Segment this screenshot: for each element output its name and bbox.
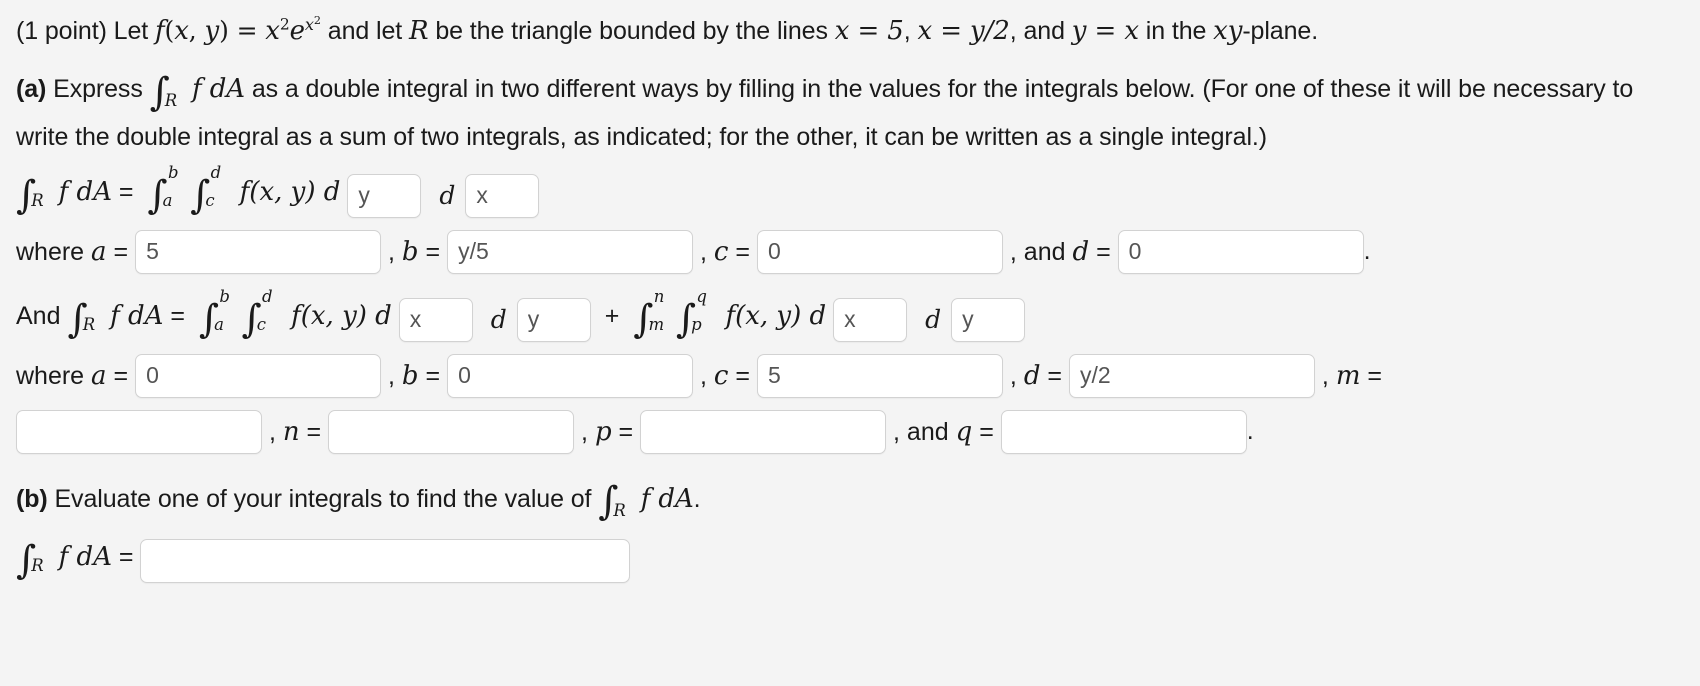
eq1-dvar2-input[interactable] — [465, 173, 540, 218]
eq2-b-label: , b = — [381, 360, 448, 391]
part-b-integral-icon: ∫ R — [598, 479, 626, 525]
eq2-term1-outer-integral-icon: ∫ b a — [198, 287, 230, 342]
intro-post: be the triangle bounded by the lines — [435, 17, 828, 45]
part-b-text: (b) Evaluate one of your integrals to fi… — [16, 478, 1684, 527]
eq2-m-input[interactable] — [16, 409, 262, 454]
equation-2-where-row-2: , n = , p = , and q = . — [16, 409, 1684, 454]
eq2-term1-inner-integral-icon: ∫ d c — [241, 287, 273, 342]
eq2-term2-d-symbol: d — [925, 305, 942, 335]
part-a-text-2: as a double integral in two different wa… — [16, 75, 1634, 152]
part-a-integrand: f dA — [192, 74, 245, 105]
eq2-term2-outer-integral-icon: ∫ n m — [633, 287, 665, 342]
plane-text: in the xy-plane. — [1145, 16, 1319, 46]
func-exp-x2: x2 — [304, 13, 321, 34]
problem-statement: (1 point) Let f(x, y) = x2ex2 and let R … — [16, 10, 1684, 52]
eq2-term1-dvar2-input[interactable] — [516, 297, 591, 342]
problem-page: (1 point) Let f(x, y) = x2ex2 and let R … — [0, 0, 1700, 686]
boundary-line-3: y = x — [1071, 16, 1139, 46]
func-exp-2: 2 — [279, 15, 290, 34]
eq2-c-input[interactable] — [756, 353, 1003, 398]
equation-1-lhs: ∫ R f dA = ∫ b a ∫ d c f(x, y) d — [16, 163, 341, 218]
eq2-where-label: where a = — [16, 360, 136, 391]
eq1-b-input[interactable] — [447, 229, 694, 274]
part-b-period: . — [693, 484, 701, 513]
eq1-c-input[interactable] — [756, 229, 1003, 274]
eq2-term2-dvar2-input[interactable] — [951, 297, 1026, 342]
eq1-inner-integral-icon: ∫ d c — [190, 163, 222, 218]
eq2-b-input[interactable] — [447, 353, 694, 398]
eq2-plus-symbol: + — [604, 302, 620, 331]
equation-2-row: And ∫R f dA = ∫ba ∫dc f(x, y) d d + ∫nm … — [16, 287, 1684, 342]
eq2-m-label: , m = — [1314, 360, 1389, 391]
eq2-p-input[interactable] — [640, 409, 887, 454]
eq1-d-input[interactable] — [1117, 229, 1364, 274]
eq1-integral-R-icon: ∫ R — [16, 172, 44, 218]
eq2-integral-R-icon: ∫ R — [67, 296, 96, 342]
eq2-d-input[interactable] — [1068, 353, 1315, 398]
part-b-description: Evaluate one of your integrals to find t… — [54, 484, 592, 513]
eq2-n-input[interactable] — [328, 409, 575, 454]
func-var-y: y — [204, 16, 220, 46]
eq1-dvar1-input[interactable] — [347, 173, 422, 218]
boundary-line-1: x = 5 — [834, 16, 904, 46]
part-a-text: (a) Express ∫ R f dA as a double integral… — [16, 68, 1681, 158]
eq2-q-label: , and q = — [886, 416, 1001, 447]
eq2-c-label: , c = — [693, 360, 757, 391]
eq2-term2-prefix: + ∫ n m ∫ q p f(x, y) d — [604, 287, 827, 342]
eq2-n-label: , n = — [262, 416, 329, 447]
eq1-d-label: , and d = — [1002, 236, 1118, 267]
eq2-period: . — [1246, 417, 1254, 446]
equation-2-where-row: where a = , b = , c = , d = , m = — [16, 353, 1684, 398]
function-args: ( — [164, 16, 175, 45]
eq2-d-label: , d = — [1002, 360, 1069, 391]
eq2-term2-dvar1-input[interactable] — [833, 297, 908, 342]
equation-1-row: ∫R f dA = ∫ba ∫dc f(x, y) d d — [16, 163, 1684, 218]
equation-2-lhs: And ∫ R f dA = ∫ b a ∫ d c f(x, y) d — [16, 287, 392, 342]
function-definition: f — [155, 16, 165, 46]
eq2-term1-dvar1-input[interactable] — [398, 297, 473, 342]
part-b-answer-label: ∫ R f dA = — [16, 537, 141, 583]
part-b-answer-input[interactable] — [140, 538, 631, 583]
boundary-line-2: x = y/2 — [917, 16, 1010, 46]
eq1-d-symbol: d — [439, 181, 456, 211]
intro-pre: Let — [113, 17, 149, 45]
eq1-where-label: where a = — [16, 236, 136, 267]
eq2-p-label: , p = — [574, 416, 641, 447]
func-comma: , — [188, 16, 205, 45]
eq2-and-label: And — [16, 302, 61, 331]
eq2-a-input[interactable] — [135, 353, 382, 398]
part-a-integral-icon: ∫ R — [149, 69, 178, 115]
part-b-integrand: f dA — [640, 483, 694, 514]
comma-2: , and — [1009, 17, 1065, 45]
eq2-term1-d-symbol: d — [490, 305, 507, 335]
eq2-term2-inner-integral-icon: ∫ q p — [675, 287, 707, 342]
region-symbol: R — [409, 16, 429, 46]
points-label: (1 point) — [16, 17, 107, 45]
comma-1: , — [903, 17, 911, 45]
func-body-x: x — [265, 16, 280, 46]
intro-mid: and let — [327, 17, 403, 45]
part-a-text-1: Express — [53, 75, 143, 104]
eq1-period: . — [1363, 237, 1371, 266]
part-b-answer-row: ∫ R f dA = — [16, 537, 1684, 583]
eq1-b-label: , b = — [381, 236, 448, 267]
eq2-q-input[interactable] — [1000, 409, 1247, 454]
part-a-label: (a) — [16, 75, 47, 104]
part-b-answer-integral-icon: ∫ R — [16, 537, 44, 583]
eq1-outer-integral-icon: ∫ b a — [147, 163, 179, 218]
part-b-label: (b) — [16, 484, 48, 513]
eq1-c-label: , c = — [693, 236, 757, 267]
eq1-a-input[interactable] — [135, 229, 382, 274]
equation-1-where-row: where a = , b = , c = , and d = . — [16, 229, 1684, 274]
func-paren-close: ) = — [219, 16, 266, 45]
func-var-x: x — [174, 16, 189, 46]
func-body-e: e — [289, 16, 305, 46]
